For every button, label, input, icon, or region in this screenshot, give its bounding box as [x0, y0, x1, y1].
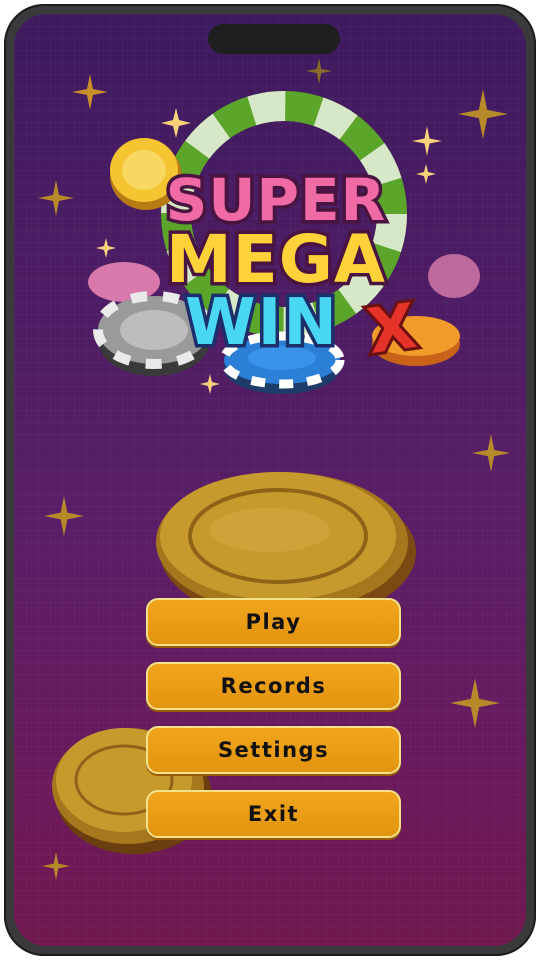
sparkle-icon [472, 434, 510, 472]
phone-notch [208, 24, 340, 54]
logo-win-text: WIN [185, 286, 339, 360]
game-screen: SUPER MEGA WIN X Play Records Settings E… [14, 14, 526, 946]
sparkle-icon [450, 678, 500, 728]
sparkle-icon [44, 496, 84, 536]
phone-frame: SUPER MEGA WIN X Play Records Settings E… [4, 4, 536, 956]
exit-button[interactable]: Exit [146, 790, 401, 838]
records-button[interactable]: Records [146, 662, 401, 710]
settings-button[interactable]: Settings [146, 726, 401, 774]
logo-x-mark: X [363, 289, 421, 368]
play-button[interactable]: Play [146, 598, 401, 646]
game-logo: SUPER MEGA WIN X [14, 14, 526, 414]
